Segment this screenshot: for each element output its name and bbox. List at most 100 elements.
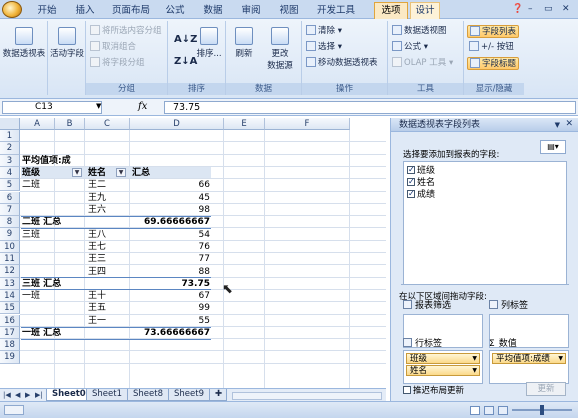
sheet-tab-1[interactable]: Sheet1 [86, 389, 128, 401]
pivot-name-cell[interactable]: 王二 [88, 179, 106, 191]
move-pivottable-button[interactable]: 移动数据透视表 [306, 57, 378, 70]
row-header[interactable]: 4 [0, 166, 20, 180]
pivot-value-cell[interactable]: 45 [132, 192, 210, 204]
close-icon[interactable]: ✕ [562, 4, 570, 14]
column-header[interactable]: E [224, 118, 265, 130]
pivot-value-cell[interactable]: 98 [132, 204, 210, 216]
pivot-name-cell[interactable]: 王八 [88, 229, 106, 241]
pivot-name-cell[interactable]: 王九 [88, 192, 106, 204]
pane-splitter[interactable] [401, 284, 569, 287]
pill-dropdown-icon[interactable]: ▼ [472, 366, 477, 376]
sheet-tab-3[interactable]: Sheet9 [168, 389, 210, 401]
field-list-toggle[interactable]: 字段列表 [467, 25, 520, 38]
column-header[interactable]: D [130, 118, 224, 130]
pivot-name-cell[interactable]: 王七 [88, 241, 106, 253]
page-break-view-icon[interactable] [498, 406, 508, 415]
pivot-row-label[interactable]: 一班 [22, 290, 40, 302]
field-headers-toggle[interactable]: 字段标题 [467, 57, 520, 70]
row-header[interactable]: 19 [0, 351, 20, 364]
row-header[interactable]: 17 [0, 326, 20, 340]
pivot-value-title[interactable]: 平均值项:成 [22, 155, 82, 167]
normal-view-icon[interactable] [470, 406, 480, 415]
worksheet-grid[interactable]: ABCDEF 1 2 3 4 5 6 7 8 9 10 11 12 13 14 15 16 17 18 19 平均值… [0, 118, 386, 388]
tab-design[interactable]: 设计 [410, 2, 440, 19]
name-box[interactable]: C13 [2, 101, 102, 114]
pivot-header-class[interactable]: 班级 [22, 167, 40, 179]
pivot-value-cell[interactable]: 54 [132, 229, 210, 241]
pill-dropdown-icon[interactable]: ▼ [472, 354, 477, 364]
plus-minus-buttons-toggle[interactable]: +/- 按钮 [469, 41, 514, 54]
office-button[interactable] [2, 1, 22, 18]
row-field-pill[interactable]: 姓名 ▼ [406, 365, 480, 376]
minimize-icon[interactable]: – [528, 4, 533, 14]
page-layout-view-icon[interactable] [484, 406, 494, 415]
field-checkbox[interactable] [407, 176, 415, 188]
formula-input[interactable]: 73.75 [164, 101, 576, 114]
row-header[interactable]: 11 [0, 253, 20, 266]
ribbon-tab[interactable]: 开发工具 [314, 3, 358, 18]
pivot-name-cell[interactable]: 王一 [88, 315, 106, 327]
pivot-value-cell[interactable]: 67 [132, 290, 210, 302]
column-header[interactable]: F [265, 118, 350, 130]
next-sheet-icon[interactable]: ▶ [25, 391, 30, 399]
row-header[interactable]: 16 [0, 314, 20, 327]
row-header[interactable]: 3 [0, 154, 20, 167]
row-labels-area[interactable]: 班级 ▼ 姓名 ▼ [403, 350, 483, 384]
pivot-value-cell[interactable]: 55 [132, 315, 210, 327]
ribbon-tab[interactable]: 视图 [276, 3, 302, 18]
column-header[interactable]: B [55, 118, 85, 130]
ribbon-tab[interactable]: 页面布局 [110, 3, 152, 18]
name-filter-dropdown-icon[interactable]: ▼ [116, 168, 126, 177]
layout-options-icon[interactable]: ▤▾ [540, 140, 566, 154]
pivot-value-cell[interactable]: 73.66666667 [132, 327, 210, 339]
row-header[interactable]: 1 [0, 130, 20, 143]
pivot-name-cell[interactable]: 王四 [88, 266, 106, 278]
ribbon-tab[interactable]: 公式 [162, 3, 188, 18]
pivot-value-cell[interactable]: 73.75 [132, 278, 210, 290]
ribbon-tab[interactable]: 开始 [34, 3, 60, 18]
row-header[interactable]: 14 [0, 289, 20, 303]
row-header[interactable]: 8 [0, 216, 20, 229]
pivot-value-cell[interactable]: 77 [132, 253, 210, 265]
pivot-row-label[interactable]: 二班 汇总 [22, 216, 61, 228]
insert-sheet-icon[interactable]: ✚ [209, 389, 227, 401]
pivot-name-cell[interactable]: 王五 [88, 302, 106, 314]
first-sheet-icon[interactable]: |◀ [3, 391, 11, 399]
field-checkbox[interactable] [407, 188, 415, 200]
row-field-pill[interactable]: 班级 ▼ [406, 353, 480, 364]
macro-record-icon[interactable] [4, 405, 24, 415]
select-all-corner[interactable] [0, 118, 20, 130]
ribbon-tab[interactable]: 数据 [200, 3, 226, 18]
row-header[interactable]: 13 [0, 277, 20, 290]
name-box-dropdown-icon[interactable]: ▼ [96, 102, 101, 110]
sort-button[interactable]: 排序... [194, 27, 224, 59]
row-header[interactable]: 7 [0, 203, 20, 217]
value-field-pill[interactable]: 平均值项:成绩 ▼ [492, 353, 566, 364]
group-field-button[interactable]: 将字段分组 [90, 57, 145, 70]
pivot-value-cell[interactable]: 69.66666667 [132, 216, 210, 228]
sheet-tab-0[interactable]: Sheet0 [46, 389, 92, 401]
pivot-value-cell[interactable]: 76 [132, 241, 210, 253]
pivot-row-label[interactable]: 三班 [22, 229, 40, 241]
olap-tools-button[interactable]: OLAP 工具 ▾ [392, 57, 453, 70]
refresh-button[interactable]: 刷新 [230, 27, 258, 59]
row-header[interactable]: 6 [0, 191, 20, 204]
field-checkbox[interactable] [407, 164, 415, 176]
pivot-name-cell[interactable]: 王十 [88, 290, 106, 302]
pivot-header-name[interactable]: 姓名 [88, 167, 106, 179]
pivot-value-cell[interactable]: 99 [132, 302, 210, 314]
insert-function-icon[interactable]: fx [138, 101, 147, 112]
pivottable-button[interactable]: 数据透视表 [2, 27, 46, 59]
restore-icon[interactable]: ▭ [544, 4, 553, 14]
zoom-slider-thumb[interactable] [540, 405, 544, 415]
tab-options[interactable]: 选项 [374, 2, 408, 19]
class-filter-dropdown-icon[interactable]: ▼ [72, 168, 82, 177]
group-selection-button[interactable]: 将所选内容分组 [90, 25, 162, 38]
select-button[interactable]: 选择 ▾ [306, 41, 342, 54]
row-header[interactable]: 9 [0, 228, 20, 241]
last-sheet-icon[interactable]: ▶| [35, 391, 43, 399]
ribbon-tab[interactable]: 插入 [72, 3, 98, 18]
clear-button[interactable]: 清除 ▾ [306, 25, 342, 38]
change-data-source-button[interactable]: 更改 数据源 [260, 27, 300, 71]
pill-dropdown-icon[interactable]: ▼ [558, 354, 563, 364]
